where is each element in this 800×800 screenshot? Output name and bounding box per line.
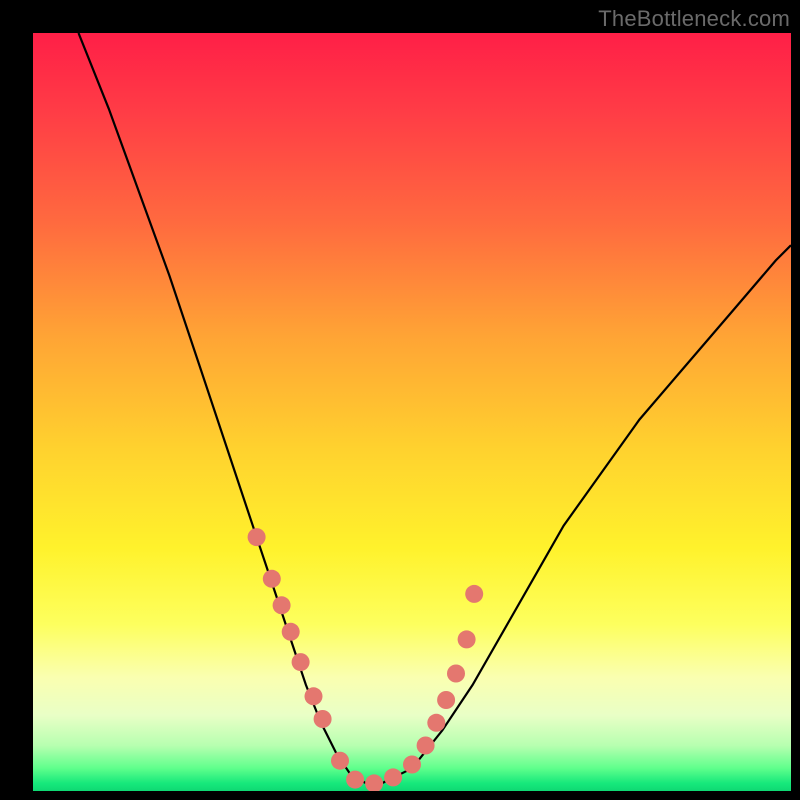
bottleneck-curve <box>79 33 792 783</box>
marker-group <box>248 528 484 791</box>
marker-dot <box>365 774 383 791</box>
marker-dot <box>346 771 364 789</box>
marker-dot <box>458 630 476 648</box>
chart-svg <box>33 33 791 791</box>
marker-dot <box>331 752 349 770</box>
marker-dot <box>314 710 332 728</box>
marker-dot <box>427 714 445 732</box>
plot-area <box>33 33 791 791</box>
marker-dot <box>305 687 323 705</box>
marker-dot <box>465 585 483 603</box>
watermark-label: TheBottleneck.com <box>598 6 790 32</box>
marker-dot <box>248 528 266 546</box>
marker-dot <box>282 623 300 641</box>
marker-dot <box>273 596 291 614</box>
marker-dot <box>417 737 435 755</box>
marker-dot <box>403 756 421 774</box>
marker-dot <box>437 691 455 709</box>
marker-dot <box>447 665 465 683</box>
marker-dot <box>384 768 402 786</box>
marker-dot <box>292 653 310 671</box>
marker-dot <box>263 570 281 588</box>
